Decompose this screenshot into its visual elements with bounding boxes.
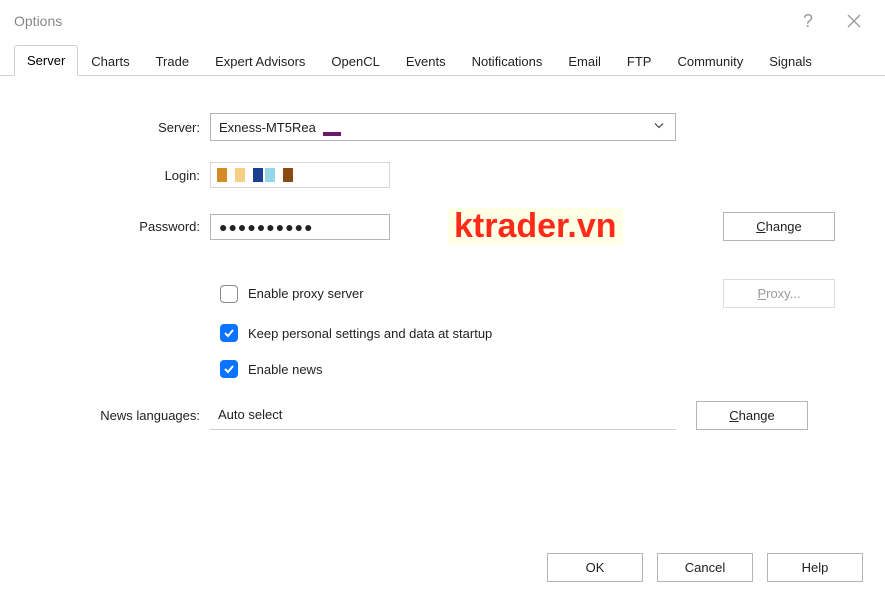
keep-settings-row: Keep personal settings and data at start… xyxy=(220,322,865,344)
server-panel: Server: Exness-MT5Rea Login: Password: ●… xyxy=(0,76,885,544)
tab-ftp[interactable]: FTP xyxy=(614,46,665,76)
tab-community[interactable]: Community xyxy=(664,46,756,76)
password-label: Password: xyxy=(20,219,210,234)
news-languages-row: News languages: Auto select Change xyxy=(20,400,865,430)
tab-server[interactable]: Server xyxy=(14,45,78,76)
server-value: Exness-MT5Rea xyxy=(219,120,316,135)
login-label: Login: xyxy=(20,168,210,183)
password-row: Password: ●●●●●●●●●● ktrader.vn Change xyxy=(20,208,865,245)
news-languages-field: Auto select xyxy=(210,401,676,430)
tab-email[interactable]: Email xyxy=(555,46,614,76)
tab-charts[interactable]: Charts xyxy=(78,46,142,76)
news-languages-value: Auto select xyxy=(218,407,282,422)
tab-signals[interactable]: Signals xyxy=(756,46,825,76)
tab-strip: Server Charts Trade Expert Advisors Open… xyxy=(0,42,885,76)
change-password-button[interactable]: Change xyxy=(723,212,835,241)
chevron-down-icon xyxy=(653,120,665,135)
server-label: Server: xyxy=(20,120,210,135)
enable-proxy-label: Enable proxy server xyxy=(248,286,364,301)
tab-expert-advisors[interactable]: Expert Advisors xyxy=(202,46,318,76)
enable-proxy-checkbox[interactable] xyxy=(220,285,238,303)
help-icon[interactable]: ? xyxy=(785,1,831,41)
tab-opencl[interactable]: OpenCL xyxy=(318,46,392,76)
enable-news-label: Enable news xyxy=(248,362,322,377)
tab-events[interactable]: Events xyxy=(393,46,459,76)
options-window: Options ? Server Charts Trade Expert Adv… xyxy=(0,0,885,600)
enable-news-checkbox[interactable] xyxy=(220,360,238,378)
server-combo[interactable]: Exness-MT5Rea xyxy=(210,113,676,141)
server-row: Server: Exness-MT5Rea xyxy=(20,112,865,142)
server-redaction-bar xyxy=(323,132,341,136)
login-field[interactable] xyxy=(210,162,390,188)
help-button[interactable]: Help xyxy=(767,553,863,582)
login-row: Login: xyxy=(20,160,865,190)
watermark-text: ktrader.vn xyxy=(448,208,623,245)
cancel-button[interactable]: Cancel xyxy=(657,553,753,582)
change-news-languages-button[interactable]: Change xyxy=(696,401,808,430)
proxy-button: Proxy... xyxy=(723,279,835,308)
window-title: Options xyxy=(14,13,62,29)
titlebar: Options ? xyxy=(0,0,885,42)
password-mask: ●●●●●●●●●● xyxy=(219,219,314,235)
ok-button[interactable]: OK xyxy=(547,553,643,582)
keep-settings-label: Keep personal settings and data at start… xyxy=(248,326,492,341)
news-languages-label: News languages: xyxy=(20,408,210,423)
enable-proxy-row: Enable proxy server Proxy... xyxy=(220,279,865,308)
keep-settings-checkbox[interactable] xyxy=(220,324,238,342)
password-field[interactable]: ●●●●●●●●●● xyxy=(210,214,390,240)
close-icon[interactable] xyxy=(831,1,877,41)
tab-notifications[interactable]: Notifications xyxy=(459,46,556,76)
enable-news-row: Enable news xyxy=(220,358,865,380)
dialog-footer: OK Cancel Help xyxy=(0,544,885,600)
tab-trade[interactable]: Trade xyxy=(143,46,202,76)
